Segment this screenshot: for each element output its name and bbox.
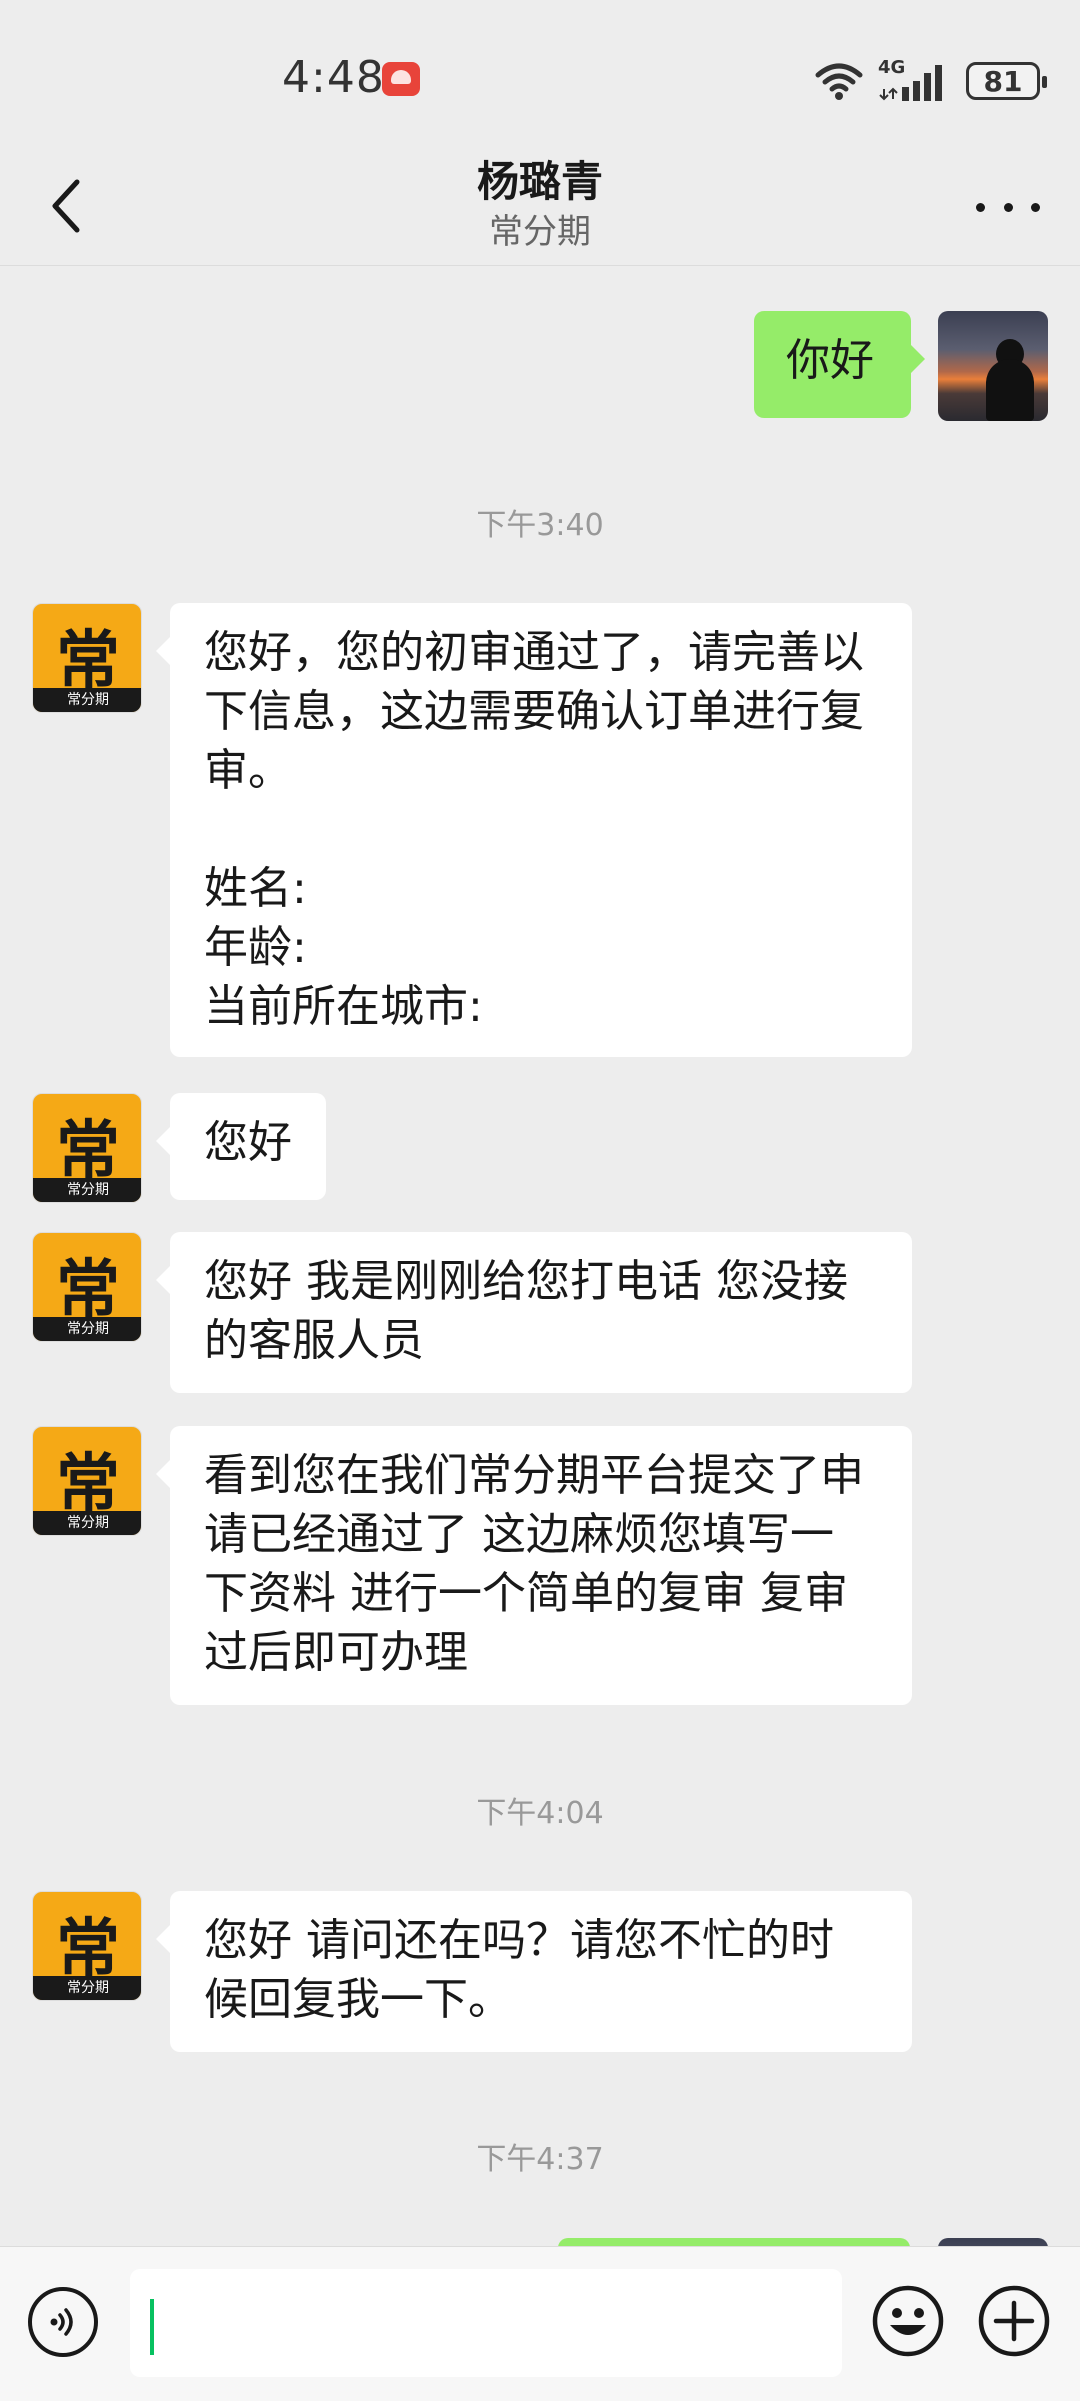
text-caret xyxy=(150,2299,154,2355)
message-list[interactable]: 你好 下午3:40 常 常分期 您好，您的初审通过了，请完善以 下信息，这边需要… xyxy=(0,266,1080,2246)
message-bubble-incoming[interactable]: 您好 我是刚刚给您打电话 您没接 的客服人员 xyxy=(156,1232,912,1393)
more-icon xyxy=(976,202,985,212)
voice-button[interactable] xyxy=(28,2287,98,2357)
voice-icon xyxy=(50,2308,73,2336)
status-icons: 4G 81 xyxy=(814,56,1047,106)
message-bubble-outgoing[interactable]: 你好 xyxy=(754,311,925,418)
timestamp: 下午4:04 xyxy=(476,1796,604,1831)
message-bubble-incoming[interactable]: 您好，您的初审通过了，请完善以 下信息，这边需要确认订单进行复 审。 姓名: 年… xyxy=(156,603,912,1057)
timestamp: 下午3:40 xyxy=(476,508,604,543)
contact-avatar[interactable]: 常 常分期 xyxy=(32,603,142,713)
message-bubble-incoming[interactable]: 您好 xyxy=(156,1093,326,1200)
input-bar xyxy=(0,2246,1080,2401)
my-avatar[interactable] xyxy=(938,311,1048,421)
contact-avatar[interactable]: 常 常分期 xyxy=(32,1093,142,1203)
contact-avatar[interactable]: 常 常分期 xyxy=(32,1232,142,1342)
status-bar: 4:48 4G 81 xyxy=(0,0,1080,150)
notification-badge-icon xyxy=(382,62,420,96)
avatar-silhouette xyxy=(986,359,1034,421)
plus-icon[interactable] xyxy=(976,2283,1052,2359)
message-bubble-incoming[interactable]: 看到您在我们常分期平台提交了申 请已经通过了 这边麻烦您填写一 下资料 进行一个… xyxy=(156,1426,912,1705)
my-avatar[interactable] xyxy=(938,2238,1048,2246)
battery-icon: 81 xyxy=(966,62,1047,100)
more-icon-dot xyxy=(1031,202,1040,212)
brand-logo-caption: 常分期 xyxy=(33,1317,141,1341)
contact-subtitle: 常分期 xyxy=(489,212,591,252)
emoji-icon[interactable] xyxy=(870,2283,946,2359)
message-bubble-incoming[interactable]: 您好 请问还在吗？请您不忙的时 候回复我一下。 xyxy=(156,1891,912,2052)
timestamp: 下午4:37 xyxy=(476,2142,604,2177)
battery-level: 81 xyxy=(983,64,1023,98)
more-button[interactable] xyxy=(976,192,1040,222)
message-bubble-outgoing-partial[interactable] xyxy=(558,2238,910,2246)
brand-logo-caption: 常分期 xyxy=(33,1178,141,1202)
wifi-icon xyxy=(815,63,863,100)
chat-header: 杨璐青 常分期 xyxy=(0,140,1080,266)
brand-logo-caption: 常分期 xyxy=(33,1511,141,1535)
contact-avatar[interactable]: 常 常分期 xyxy=(32,1426,142,1536)
status-time: 4:48 xyxy=(282,52,385,103)
signal-icon: 4G xyxy=(878,57,952,103)
contact-name: 杨璐青 xyxy=(476,157,603,206)
more-icon-dot xyxy=(1003,202,1013,212)
brand-logo-caption: 常分期 xyxy=(33,688,141,712)
contact-avatar[interactable]: 常 常分期 xyxy=(32,1891,142,2001)
brand-logo-caption: 常分期 xyxy=(33,1976,141,2000)
message-input[interactable] xyxy=(130,2269,842,2377)
